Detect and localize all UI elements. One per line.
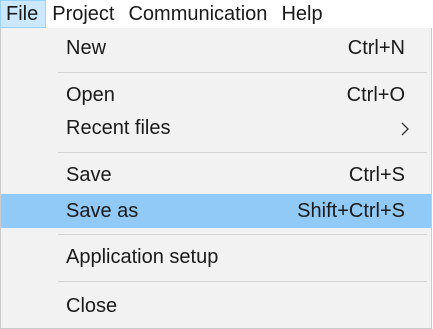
menu-file-label: File [6,2,39,25]
application-window: File Project Communication Help New Ctrl… [0,0,433,329]
menu-separator [58,72,427,73]
menu-item-recent-files[interactable]: Recent files [1,112,431,145]
menu-item-save-as-label: Save as [66,199,139,222]
menu-separator [58,234,427,235]
file-dropdown-menu: New Ctrl+N Open Ctrl+O Recent files Save… [0,28,432,329]
menu-project-label: Project [52,2,115,25]
menu-item-new-shortcut: Ctrl+N [347,37,405,59]
menu-separator [58,152,427,153]
menu-help[interactable]: Help [275,0,330,28]
menu-item-close[interactable]: Close [1,290,431,323]
menu-project[interactable]: Project [46,0,122,28]
menu-item-close-label: Close [66,295,118,317]
menu-item-new[interactable]: New Ctrl+N [1,32,431,65]
menu-item-open-label: Open [66,84,115,106]
menu-help-label: Help [281,2,323,25]
menu-item-save-label: Save [66,164,112,186]
menu-item-save-shortcut: Ctrl+S [348,164,405,186]
menu-item-save-as-shortcut: Shift+Ctrl+S [297,199,405,222]
chevron-right-icon [399,121,411,137]
menu-item-save[interactable]: Save Ctrl+S [1,159,431,192]
menu-item-new-label: New [66,37,107,59]
menu-item-application-setup-label: Application setup [66,246,219,268]
menu-item-open-shortcut: Ctrl+O [346,84,405,106]
menu-separator [58,281,427,282]
menu-communication-label: Communication [128,2,268,25]
menu-item-save-as[interactable]: Save as Shift+Ctrl+S [1,194,431,228]
menu-item-recent-files-label: Recent files [66,117,171,139]
menu-item-open[interactable]: Open Ctrl+O [1,79,431,112]
menu-item-application-setup[interactable]: Application setup [1,241,431,274]
menu-communication[interactable]: Communication [122,0,275,28]
menu-bar: File Project Communication Help [0,0,433,28]
menu-file[interactable]: File [0,0,47,28]
